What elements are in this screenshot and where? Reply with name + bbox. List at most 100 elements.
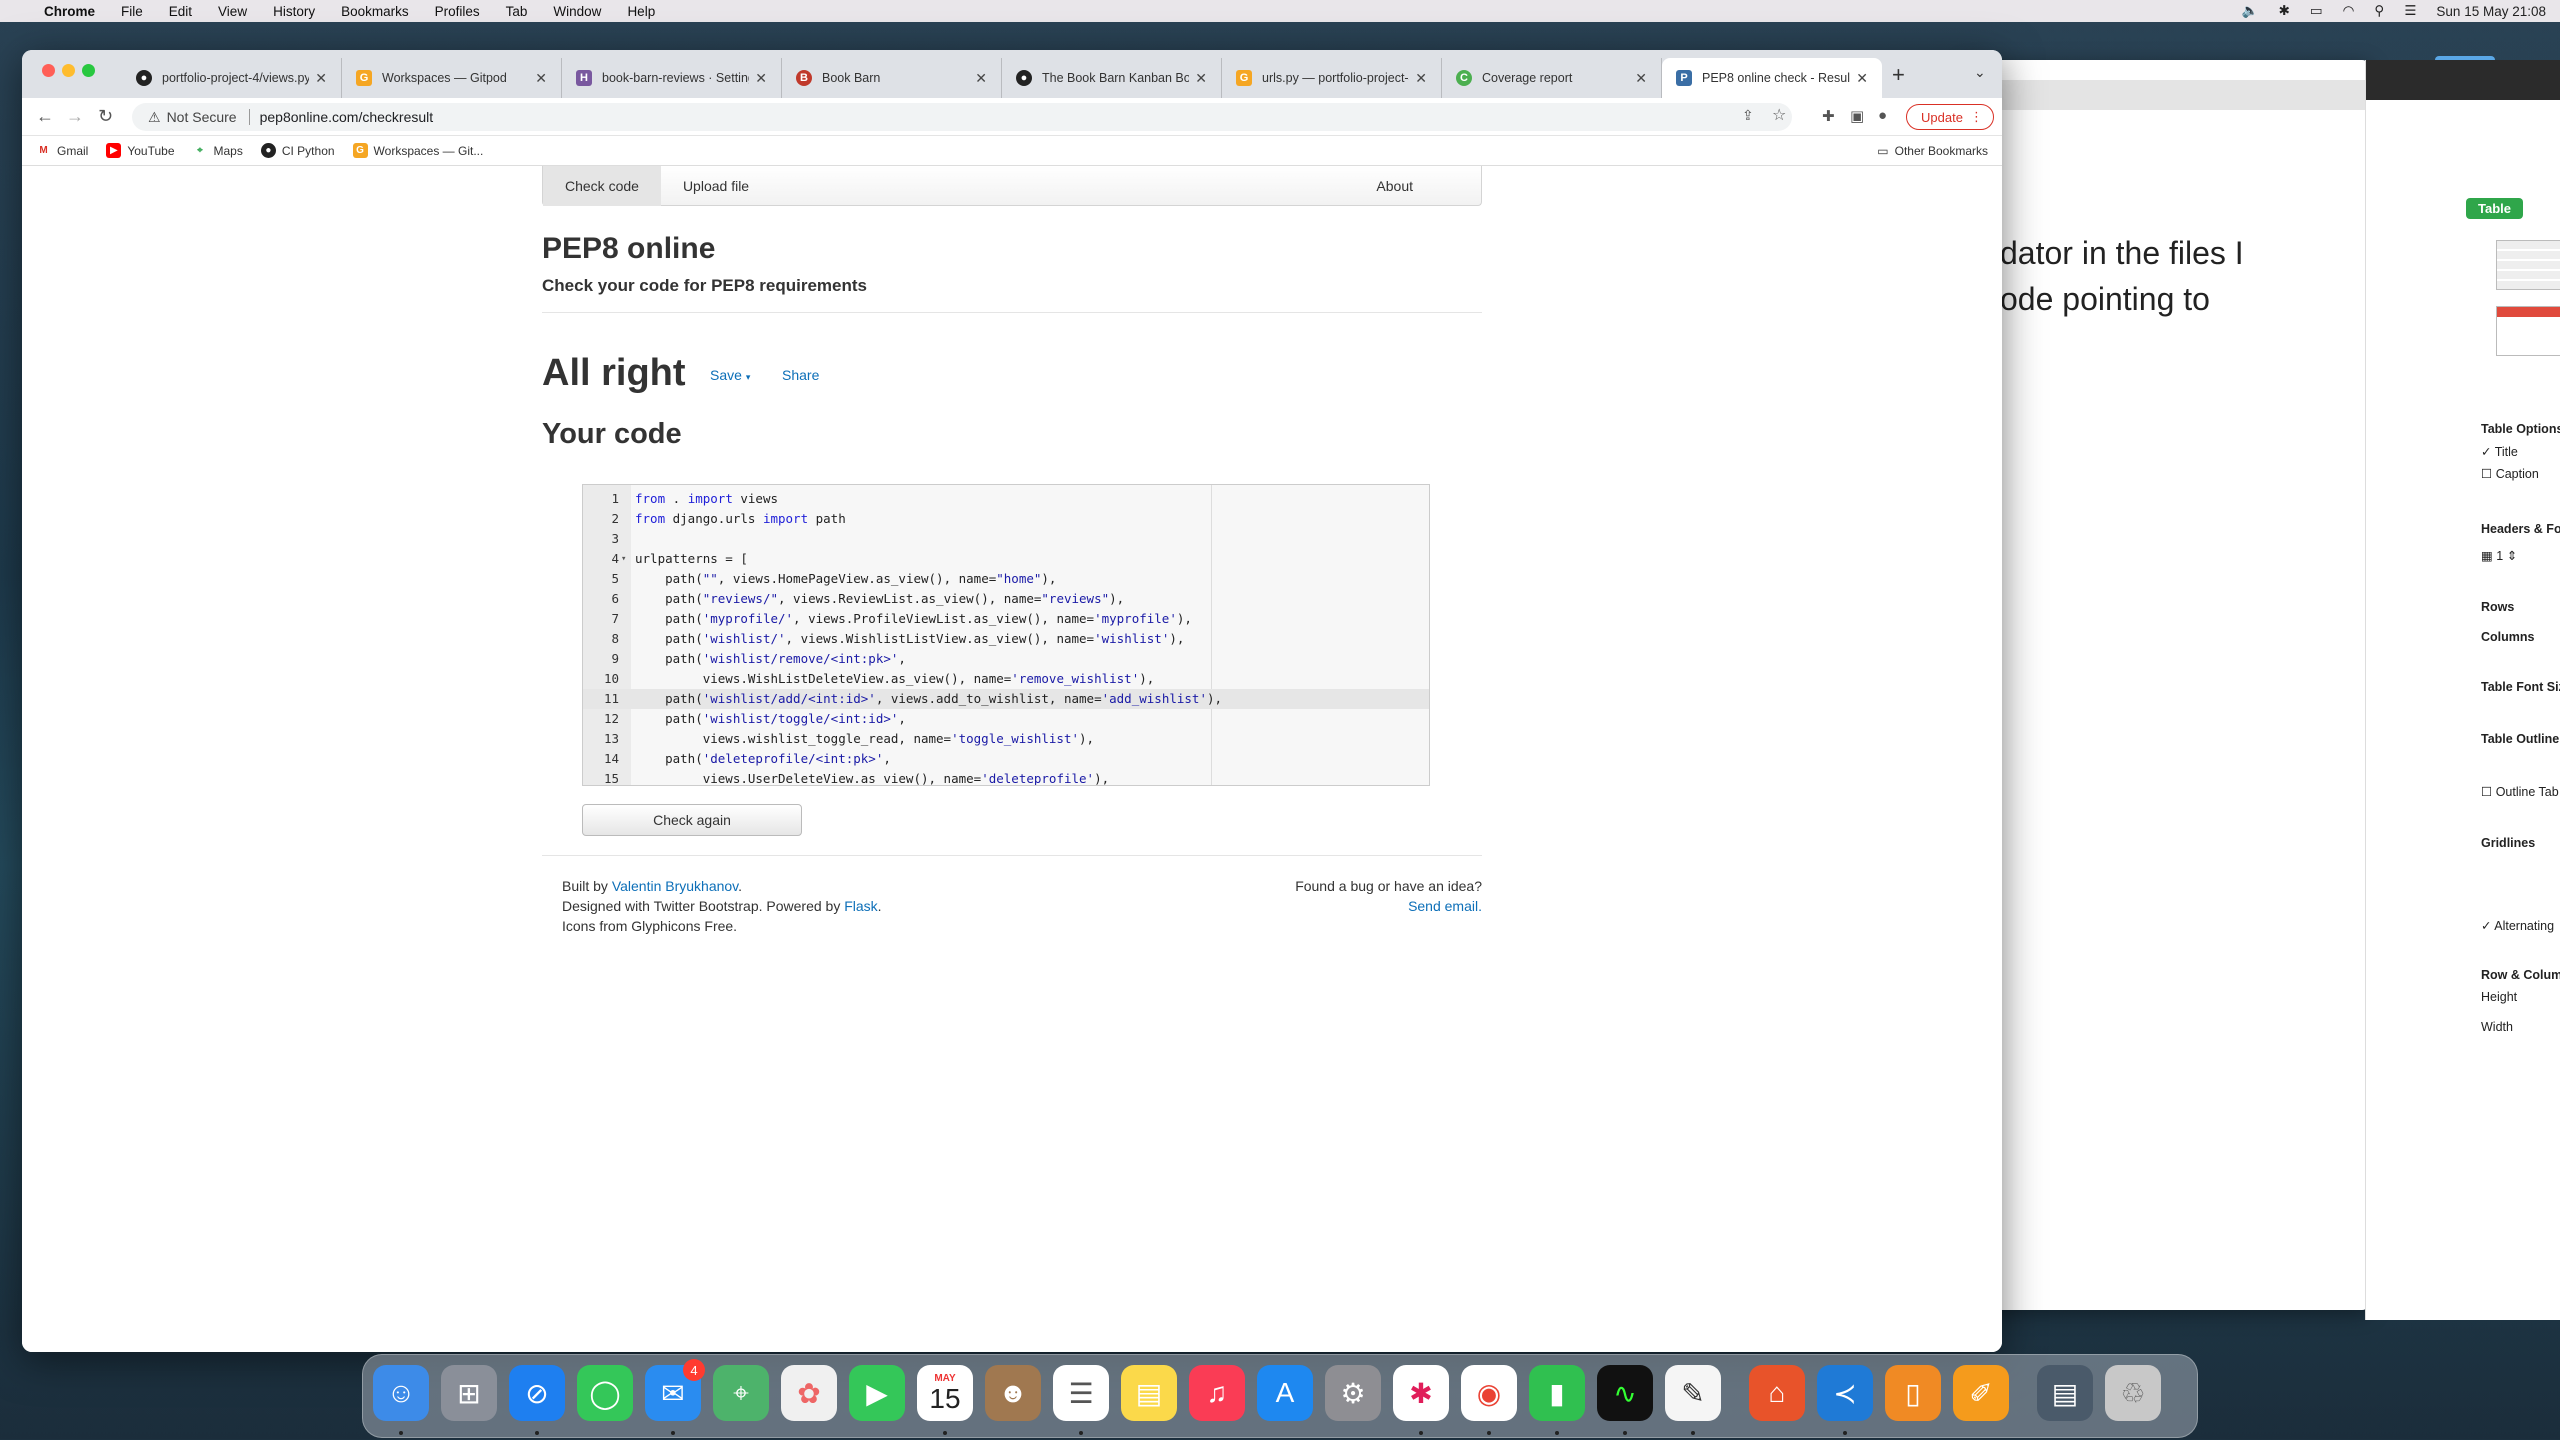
app-store-icon[interactable]: A — [1257, 1365, 1313, 1421]
close-icon[interactable]: ✕ — [535, 70, 547, 87]
new-tab-icon[interactable]: + — [1892, 62, 1905, 88]
share-link[interactable]: Share — [782, 367, 819, 383]
pages-icon[interactable]: ✐ — [1953, 1365, 2009, 1421]
outline-table-checkbox[interactable]: ☐ Outline Tab — [2481, 784, 2559, 799]
display-icon[interactable]: ▭ — [2310, 3, 2323, 19]
code-line[interactable]: 13 views.wishlist_toggle_read, name='tog… — [583, 729, 1429, 749]
security-status[interactable]: Not Secure — [167, 109, 237, 125]
books-icon[interactable]: ▯ — [1885, 1365, 1941, 1421]
close-window-button[interactable] — [42, 64, 55, 77]
launchpad-icon[interactable]: ⊞ — [441, 1365, 497, 1421]
bluetooth-icon[interactable]: ✱ — [2279, 3, 2290, 19]
finder-icon[interactable]: ☺ — [373, 1365, 429, 1421]
code-line[interactable]: 7 path('myprofile/', views.ProfileViewLi… — [583, 609, 1429, 629]
menu-help[interactable]: Help — [627, 4, 655, 19]
minimize-window-button[interactable] — [62, 64, 75, 77]
send-email-link[interactable]: Send email. — [1295, 896, 1482, 916]
activity-monitor-icon[interactable]: ∿ — [1597, 1365, 1653, 1421]
close-icon[interactable]: ✕ — [315, 70, 327, 87]
code-line[interactable]: 3 — [583, 529, 1429, 549]
extensions-icon[interactable]: ✚ — [1822, 107, 1835, 125]
tab-urls-py[interactable]: G urls.py — portfolio-project-4 ✕ — [1222, 58, 1442, 98]
slack-icon[interactable]: ✱ — [1393, 1365, 1449, 1421]
url-text[interactable]: pep8online.com/checkresult — [260, 109, 434, 125]
caption-checkbox[interactable]: ☐ Caption — [2481, 466, 2539, 481]
code-line[interactable]: 12 path('wishlist/toggle/<int:id>', — [583, 709, 1429, 729]
close-icon[interactable]: ✕ — [1415, 70, 1427, 87]
other-bookmarks[interactable]: ▭ Other Bookmarks — [1877, 136, 1988, 166]
code-line[interactable]: 15 views.UserDeleteView.as_view(), name=… — [583, 769, 1429, 785]
code-line[interactable]: 1 from . import views — [583, 489, 1429, 509]
table-style-thumbnail[interactable] — [2496, 240, 2560, 290]
downloads-stack-icon[interactable]: ▤ — [2037, 1365, 2093, 1421]
chevron-down-icon[interactable]: ⌄ — [1974, 64, 1986, 81]
menu-view[interactable]: View — [218, 4, 247, 19]
maps-icon[interactable]: ⌖ — [713, 1365, 769, 1421]
tab-views-py[interactable]: ● portfolio-project-4/views.py ✕ — [122, 58, 342, 98]
share-icon[interactable]: ⇪ — [1742, 107, 1754, 124]
code-line[interactable]: 6 path("reviews/", views.ReviewList.as_v… — [583, 589, 1429, 609]
contacts-icon[interactable]: ☻ — [985, 1365, 1041, 1421]
background-document-window[interactable]: dator in the files I ode pointing to — [1960, 60, 2400, 1310]
menu-profiles[interactable]: Profiles — [435, 4, 480, 19]
check-again-button[interactable]: Check again — [582, 804, 802, 836]
close-icon[interactable]: ✕ — [975, 70, 987, 87]
close-icon[interactable]: ✕ — [1856, 70, 1868, 87]
menu-file[interactable]: File — [121, 4, 143, 19]
safari-icon[interactable]: ⊘ — [509, 1365, 565, 1421]
alternating-checkbox[interactable]: ✓ Alternating — [2481, 918, 2554, 933]
bookmark-gmail[interactable]: M Gmail — [36, 143, 88, 158]
close-icon[interactable]: ✕ — [755, 70, 767, 87]
side-panel-icon[interactable]: ▣ — [1850, 107, 1864, 125]
code-line[interactable]: 9 path('wishlist/remove/<int:pk>', — [583, 649, 1429, 669]
code-line[interactable]: 4 ▾ urlpatterns = [ — [583, 549, 1429, 569]
tab-coverage-report[interactable]: C Coverage report ✕ — [1442, 58, 1662, 98]
code-line[interactable]: 2 from django.urls import path — [583, 509, 1429, 529]
close-icon[interactable]: ✕ — [1195, 70, 1207, 87]
header-stepper[interactable]: ▦ 1 ⇕ — [2481, 548, 2517, 563]
title-checkbox[interactable]: ✓ Title — [2481, 444, 2518, 459]
nav-check-code[interactable]: Check code — [543, 165, 661, 206]
fold-arrow-icon[interactable]: ▾ — [621, 549, 626, 569]
address-bar[interactable]: ⚠ Not Secure pep8online.com/checkresult — [132, 103, 1792, 131]
table-style-thumbnail[interactable] — [2496, 306, 2560, 356]
code-viewer[interactable]: 1 from . import views 2 from django.urls im… — [582, 484, 1430, 786]
spotlight-search-icon[interactable]: ⚲ — [2374, 3, 2384, 19]
nav-upload-file[interactable]: Upload file — [661, 166, 771, 206]
code-line[interactable]: 10 views.WishListDeleteView.as_view(), n… — [583, 669, 1429, 689]
control-center-icon[interactable]: ☰ — [2404, 3, 2416, 19]
flask-link[interactable]: Flask — [844, 898, 877, 914]
presentation-app-icon[interactable]: ⌂ — [1749, 1365, 1805, 1421]
music-icon[interactable]: ♫ — [1189, 1365, 1245, 1421]
forward-icon[interactable]: → — [66, 106, 84, 127]
bookmark-ci-python[interactable]: ● CI Python — [260, 143, 335, 158]
menu-edit[interactable]: Edit — [169, 4, 192, 19]
menu-window[interactable]: Window — [553, 4, 601, 19]
code-line[interactable]: 11 path('wishlist/add/<int:id>', views.a… — [583, 689, 1429, 709]
bookmark-maps[interactable]: ⌖ Maps — [193, 143, 243, 158]
code-line[interactable]: 5 path("", views.HomePageView.as_view(),… — [583, 569, 1429, 589]
tab-book-barn[interactable]: B Book Barn ✕ — [782, 58, 1002, 98]
vscode-icon[interactable]: ≺ — [1817, 1365, 1873, 1421]
menu-history[interactable]: History — [273, 4, 315, 19]
messages-icon[interactable]: ◯ — [577, 1365, 633, 1421]
code-line[interactable]: 8 path('wishlist/', views.WishlistListVi… — [583, 629, 1429, 649]
close-icon[interactable]: ✕ — [1635, 70, 1647, 87]
reload-icon[interactable]: ↻ — [98, 106, 113, 127]
tab-kanban-board[interactable]: ● The Book Barn Kanban Board ✕ — [1002, 58, 1222, 98]
bookmark-gitpod[interactable]: G Workspaces — Git... — [352, 143, 483, 158]
bookmark-youtube[interactable]: ▶ YouTube — [106, 143, 175, 158]
calendar-icon[interactable]: MAY 15 — [917, 1365, 973, 1421]
tab-gitpod-workspaces[interactable]: G Workspaces — Gitpod ✕ — [342, 58, 562, 98]
trash-icon[interactable]: ♲ — [2105, 1365, 2161, 1421]
maximize-window-button[interactable] — [82, 64, 95, 77]
system-preferences-icon[interactable]: ⚙ — [1325, 1365, 1381, 1421]
tab-pep8-online[interactable]: P PEP8 online check - Results ✕ — [1662, 58, 1882, 98]
menubar-clock[interactable]: Sun 15 May 21:08 — [2436, 4, 2546, 19]
back-icon[interactable]: ← — [36, 106, 54, 127]
save-dropdown[interactable]: Save ▾ — [710, 367, 750, 383]
code-line[interactable]: 14 path('deleteprofile/<int:pk>', — [583, 749, 1429, 769]
nav-about[interactable]: About — [1354, 166, 1435, 206]
textedit-icon[interactable]: ✎ — [1665, 1365, 1721, 1421]
chrome-icon[interactable]: ◉ — [1461, 1365, 1517, 1421]
